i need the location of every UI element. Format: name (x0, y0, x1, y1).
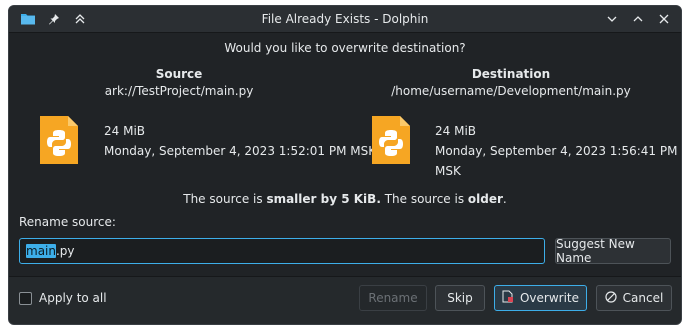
rename-input-selected-text: main (26, 244, 56, 258)
overwrite-icon (502, 290, 514, 306)
suggest-new-name-button[interactable]: Suggest New Name (555, 237, 671, 265)
destination-size: 24 MiB (435, 124, 477, 138)
overwrite-question: Would you like to overwrite destination? (224, 41, 466, 55)
source-python-file-icon (40, 116, 78, 164)
destination-python-file-icon (372, 116, 410, 164)
title-bar: File Already Exists - Dolphin (9, 6, 681, 33)
maximize-icon[interactable] (629, 10, 647, 28)
comparison-part-1: The source is (183, 192, 267, 206)
overwrite-button[interactable]: Overwrite (494, 285, 587, 311)
window-title: File Already Exists - Dolphin (261, 12, 429, 26)
close-icon[interactable] (655, 10, 673, 28)
destination-modified: Monday, September 4, 2023 1:56:41 PM MSK (435, 144, 678, 178)
rename-input-extension: .py (55, 244, 75, 258)
rename-button[interactable]: Rename (359, 285, 427, 311)
overwrite-label: Overwrite (519, 291, 580, 305)
comparison-part-2: The source is (380, 192, 468, 206)
comparison-age: older (467, 192, 503, 206)
apply-to-all-checkbox[interactable] (19, 292, 32, 305)
destination-path: /home/username/Development/main.py (391, 84, 631, 98)
destination-info: 24 MiB Monday, September 4, 2023 1:56:41… (435, 121, 681, 181)
dialog-window: File Already Exists - Dolphin Would you … (8, 5, 682, 325)
source-info: 24 MiB Monday, September 4, 2023 1:52:01… (104, 121, 376, 161)
rename-input[interactable]: main.py (19, 238, 545, 264)
source-modified: Monday, September 4, 2023 1:52:01 PM MSK (104, 144, 377, 158)
source-size: 24 MiB (104, 124, 146, 138)
rename-source-label: Rename source: (19, 215, 116, 229)
comparison-size-diff: smaller by 5 KiB. (266, 192, 381, 206)
cancel-icon (605, 290, 617, 306)
destination-heading: Destination (471, 67, 551, 81)
apply-to-all-label[interactable]: Apply to all (39, 291, 107, 305)
comparison-text: The source is smaller by 5 KiB. The sour… (9, 192, 681, 206)
comparison-part-3: . (502, 192, 507, 206)
cancel-label: Cancel (622, 291, 664, 305)
skip-button[interactable]: Skip (435, 285, 485, 311)
minimize-icon[interactable] (603, 10, 621, 28)
cancel-button[interactable]: Cancel (596, 285, 672, 311)
source-path: ark://TestProject/main.py (104, 84, 254, 98)
source-heading: Source (155, 67, 203, 81)
